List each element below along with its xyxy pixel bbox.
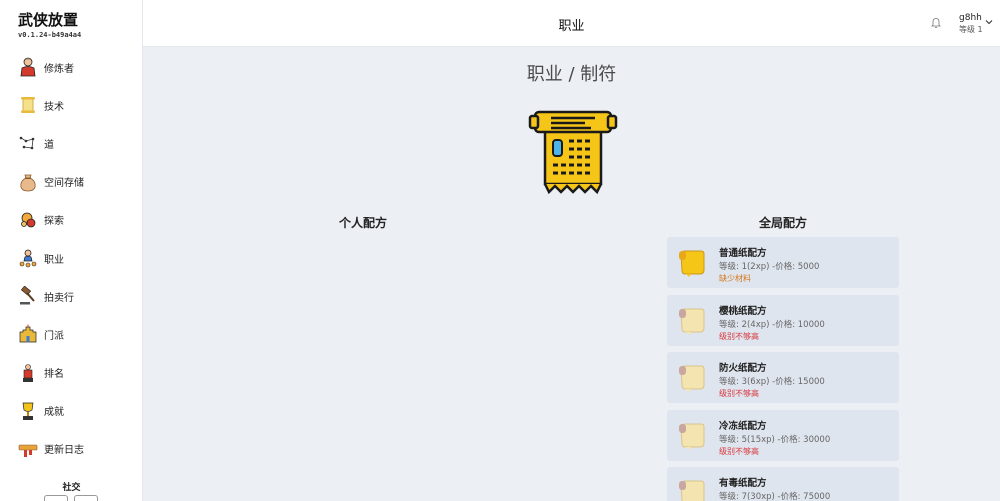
recipe-card[interactable]: 普通纸配方等级: 1(2xp) -价格: 5000 缺少材料 [667,237,899,288]
recipe-meta: 等级: 2(4xp) -价格: 10000 [719,319,825,330]
recipe-name: 冷冻纸配方 [719,420,767,432]
recipe-name: 有毒纸配方 [719,478,767,489]
recipe-status: 级别不够高 [719,389,759,398]
recipe-card[interactable]: 防火纸配方等级: 3(6xp) -价格: 15000 级别不够高 [667,352,899,403]
recipe-meta: 等级: 7(30xp) -价格: 75000 [719,492,831,501]
scroll-icon [21,97,35,114]
recipe-status: 缺少材料 [719,274,751,283]
user-name: g8hh [959,13,982,23]
gavel-icon [20,286,35,305]
bag-icon [20,174,36,192]
sidebar-item-achievement[interactable]: 成就 [0,392,143,430]
talisman-scroll-icon [528,110,618,195]
sidebar-item-changelog[interactable]: 更新日志 [0,430,143,468]
constellation-icon [19,137,35,150]
bell-icon[interactable] [931,17,941,28]
user-level: 等级 1 [959,25,983,34]
paper-scroll-icon [679,250,705,277]
social-button[interactable] [44,495,68,501]
chevron-down-icon[interactable] [985,19,993,25]
ranking-icon [23,363,33,382]
recipe-name: 防火纸配方 [719,363,767,374]
app-title[interactable]: 武侠放置 [18,9,78,30]
social-links [44,495,98,501]
recipe-meta: 等级: 1(2xp) -价格: 5000 [719,262,820,272]
sidebar-item-storage[interactable]: 空间存储 [0,163,143,201]
sidebar-item-label: 道 [44,139,54,151]
top-bar: 职业 g8hh 等级 1 [143,0,1000,47]
explore-icon [21,212,36,228]
sidebar-item-label: 门派 [44,330,64,342]
global-recipe-list: 普通纸配方等级: 1(2xp) -价格: 5000 缺少材料樱桃纸配方等级: 2(… [667,237,899,501]
sidebar: 武侠放置 v0.1.24-b49a4a4 修炼者 技术 道 空间存储 探索 职业… [0,0,143,501]
header-title: 职业 [558,19,585,34]
paper-scroll-icon [679,423,705,450]
paper-scroll-icon [679,480,705,501]
sidebar-item-label: 修炼者 [44,63,74,75]
recipe-meta: 等级: 5(15xp) -价格: 30000 [719,434,831,445]
sidebar-item-label: 职业 [44,254,64,266]
sidebar-item-label: 排名 [44,369,64,381]
sidebar-nav: 修炼者 技术 道 空间存储 探索 职业 拍卖行 门派 排名 成就 更新日志 [0,48,143,468]
profession-icon [19,249,37,268]
recipe-status: 级别不够高 [719,331,759,341]
user-menu[interactable]: g8hh 等级 1 [959,13,983,35]
sidebar-item-label: 空间存储 [44,178,84,190]
sidebar-item-dao[interactable]: 道 [0,124,143,162]
castle-icon [19,324,37,343]
sidebar-item-label: 拍卖行 [44,292,74,304]
recipe-card[interactable]: 冷冻纸配方等级: 5(15xp) -价格: 30000 级别不够高 [667,409,899,461]
recipe-card[interactable]: 有毒纸配方等级: 7(30xp) -价格: 75000 [667,467,899,501]
app-version: v0.1.24-b49a4a4 [18,31,82,39]
recipe-card[interactable]: 樱桃纸配方等级: 2(4xp) -价格: 10000 级别不够高 [667,294,899,346]
paper-scroll-icon [679,365,705,392]
trophy-icon [22,402,34,420]
changelog-icon [18,444,38,457]
sidebar-item-technique[interactable]: 技术 [0,86,143,124]
sidebar-item-explore[interactable]: 探索 [0,201,143,239]
personal-recipes-heading: 个人配方 [338,216,387,230]
sidebar-item-auction[interactable]: 拍卖行 [0,277,143,315]
social-heading: 社交 [62,483,81,493]
sidebar-item-sect[interactable]: 门派 [0,315,143,353]
paper-scroll-icon [679,308,705,335]
sidebar-item-label: 更新日志 [44,445,84,457]
recipe-meta: 等级: 3(6xp) -价格: 15000 [719,377,825,387]
global-recipes-heading: 全局配方 [758,216,807,230]
recipe-name: 普通纸配方 [719,248,767,259]
sidebar-item-label: 探索 [44,216,64,228]
sidebar-item-label: 技术 [44,101,64,113]
page-title: 职业 / 制符 [526,64,617,85]
sidebar-item-profession[interactable]: 职业 [0,239,143,277]
social-button[interactable] [74,495,98,501]
sidebar-item-label: 成就 [44,407,64,419]
recipe-status: 级别不够高 [719,446,759,456]
recipe-name: 樱桃纸配方 [719,305,767,317]
cultivator-icon [20,57,36,77]
sidebar-item-cultivator[interactable]: 修炼者 [0,48,143,86]
sidebar-item-ranking[interactable]: 排名 [0,354,143,392]
